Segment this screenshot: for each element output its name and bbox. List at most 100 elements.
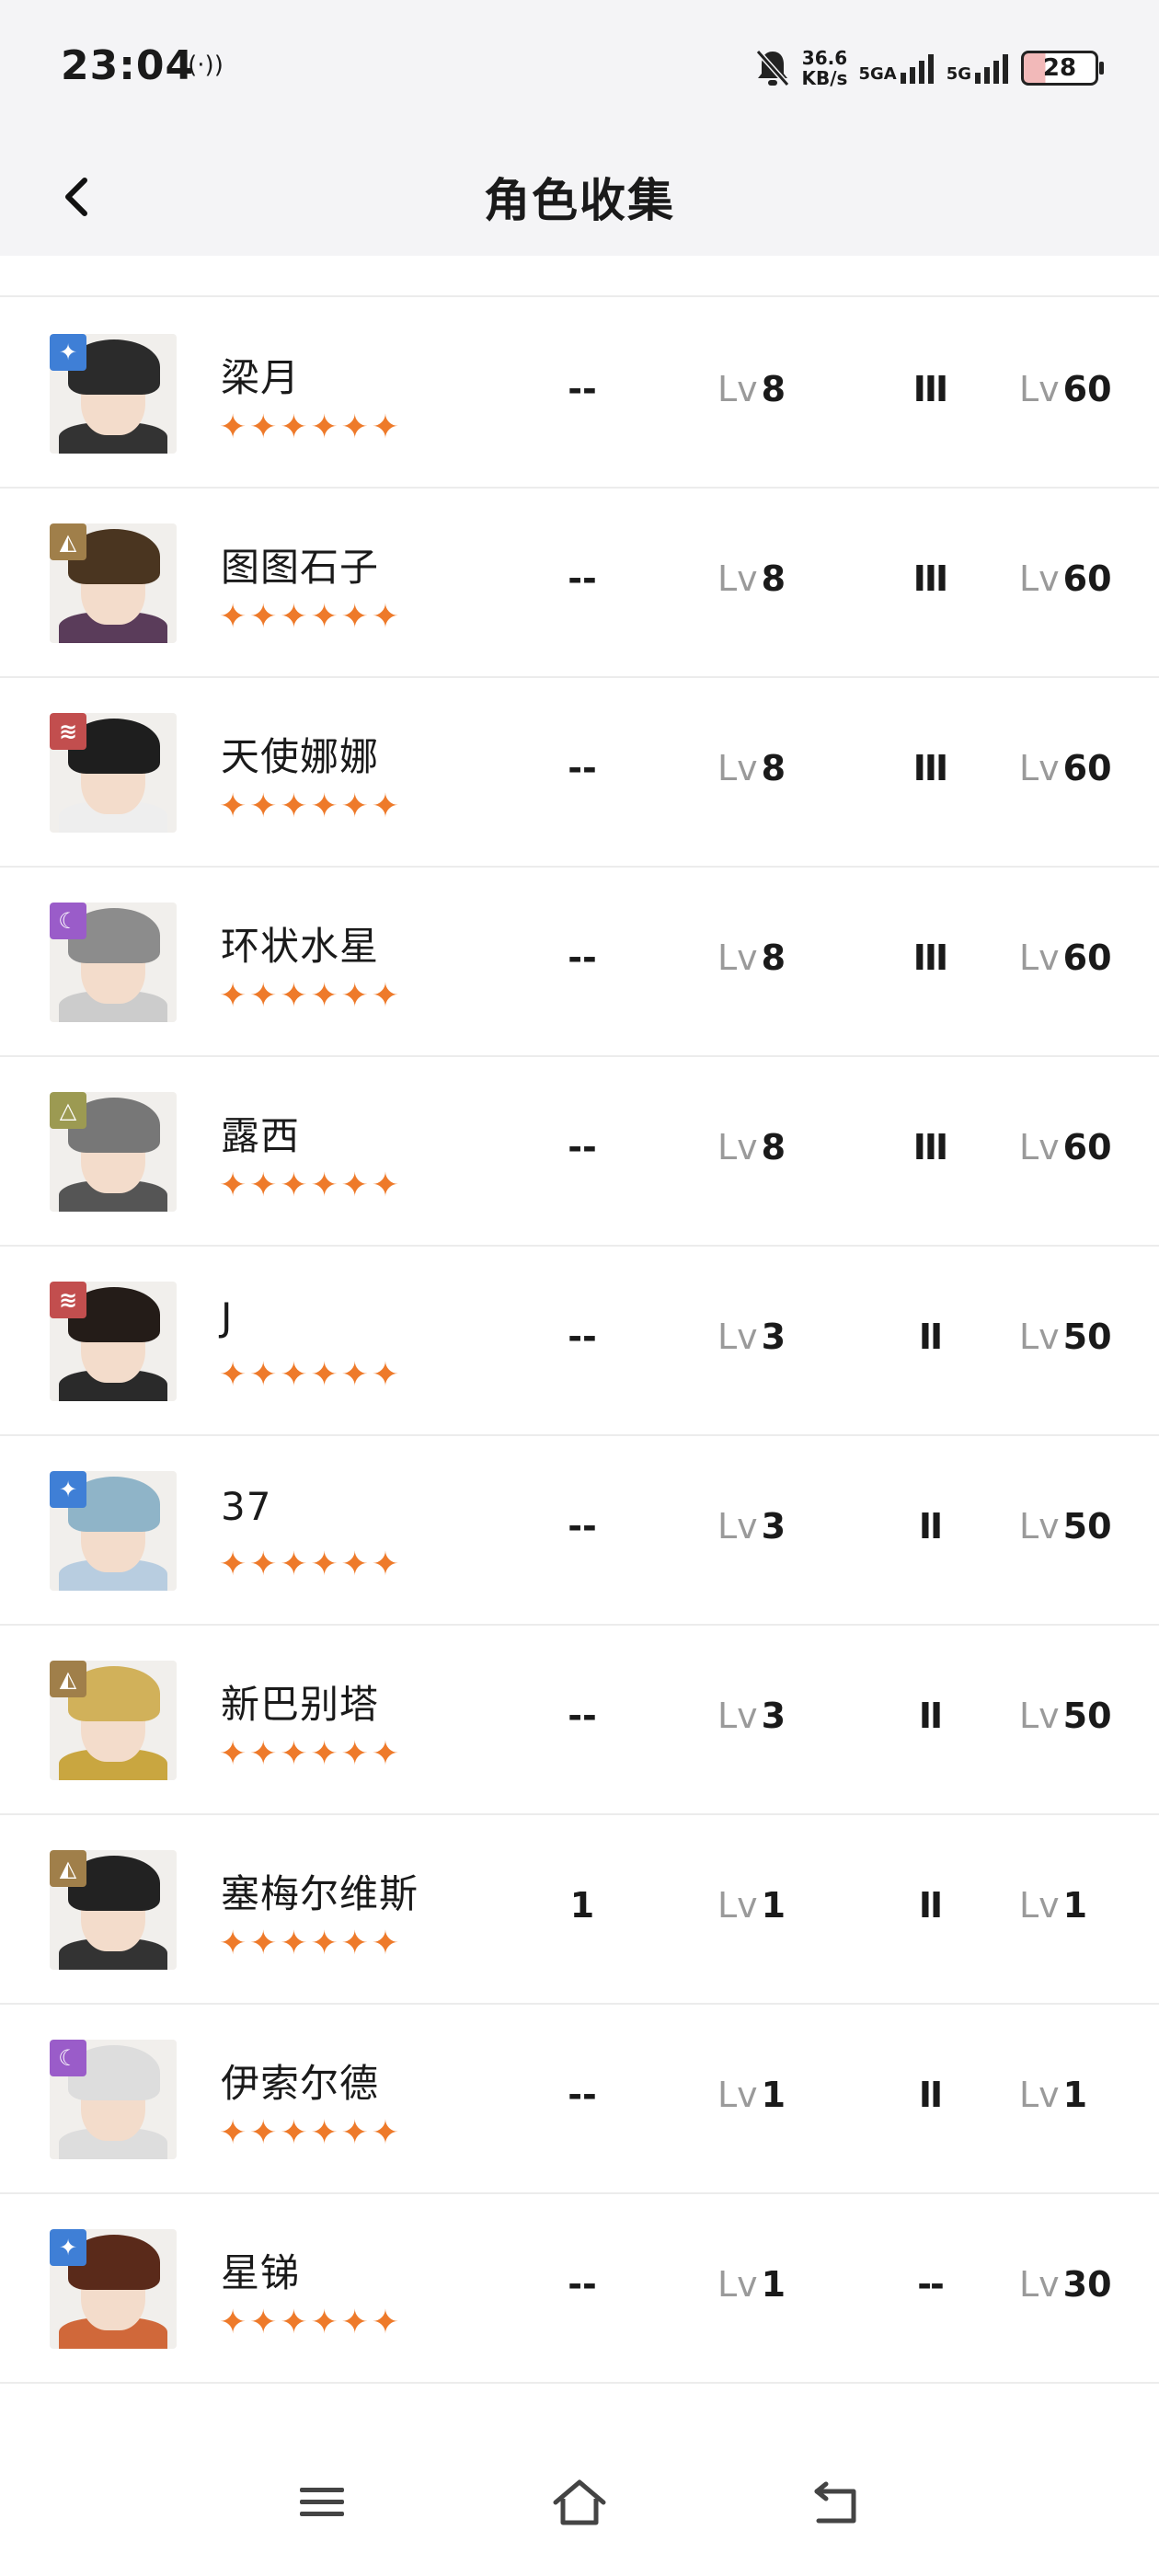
col-tier: II [918, 1317, 943, 1357]
lv-label: Lv [717, 1127, 758, 1167]
star-rating: ✦✦✦✦✦✦ [219, 598, 402, 636]
lv-label: Lv [717, 937, 758, 978]
col-tier: II [918, 1506, 943, 1547]
col-skill-level: Lv 3 [717, 1317, 828, 1357]
page-header: 角色收集 [0, 138, 1159, 256]
level-value: 50 [1062, 1317, 1112, 1357]
list-item[interactable]: ◭ 新巴别塔 ✦✦✦✦✦✦ -- Lv 3 II Lv 50 [0, 1626, 1159, 1815]
signal-5g: 5G [947, 52, 1010, 84]
character-name: 梁月 [221, 355, 301, 400]
level-value: 60 [1062, 748, 1112, 788]
col-character-level: Lv 1 [1019, 1885, 1130, 1926]
level-value: 3 [761, 1317, 786, 1357]
col-count: -- [568, 1317, 597, 1357]
signal-bars-icon [900, 54, 934, 84]
level-value: 8 [761, 558, 786, 599]
character-list[interactable]: ✦ 梁月 ✦✦✦✦✦✦ -- Lv 8 III Lv 60 ◭ 图图石子 ✦✦✦✦✦… [0, 256, 1159, 2438]
back-icon [814, 2481, 856, 2524]
character-name: 天使娜娜 [221, 734, 380, 779]
level-value: 60 [1062, 369, 1112, 409]
beast-icon: ◭ [50, 1850, 86, 1887]
col-tier: II [918, 1696, 943, 1736]
character-avatar: ◭ [50, 1661, 177, 1780]
col-skill-level: Lv 8 [717, 937, 828, 978]
star-rating: ✦✦✦✦✦✦ [219, 1735, 402, 1773]
lv-label: Lv [717, 1317, 758, 1357]
col-skill-level: Lv 8 [717, 558, 828, 599]
lv-label: Lv [1019, 2264, 1060, 2305]
col-character-level: Lv 60 [1019, 748, 1130, 788]
star-icon: ✦ [50, 1471, 86, 1508]
menu-button[interactable] [285, 2466, 359, 2539]
lv-label: Lv [1019, 1127, 1060, 1167]
lv-label: Lv [717, 1506, 758, 1547]
lv-label: Lv [1019, 937, 1060, 978]
col-skill-level: Lv 1 [717, 2075, 828, 2115]
character-avatar: ◭ [50, 523, 177, 643]
col-character-level: Lv 1 [1019, 2075, 1130, 2115]
hotspot-icon: ((·)) [178, 52, 224, 79]
character-avatar: ✦ [50, 334, 177, 454]
status-bar: 23:04 ((·)) 36.6 KB/s 5GA 5G 28 [0, 0, 1159, 138]
character-name: 新巴别塔 [221, 1682, 380, 1727]
list-item[interactable]: ◭ 塞梅尔维斯 ✦✦✦✦✦✦ 1 Lv 1 II Lv 1 [0, 1815, 1159, 2005]
lv-label: Lv [717, 558, 758, 599]
level-value: 8 [761, 369, 786, 409]
list-item[interactable]: △ 露西 ✦✦✦✦✦✦ -- Lv 8 III Lv 60 [0, 1057, 1159, 1247]
col-skill-level: Lv 1 [717, 1885, 828, 1926]
star-rating: ✦✦✦✦✦✦ [219, 1167, 402, 1204]
lv-label: Lv [717, 748, 758, 788]
page-title: 角色收集 [484, 174, 675, 227]
col-character-level: Lv 60 [1019, 937, 1130, 978]
lv-label: Lv [1019, 1885, 1060, 1926]
col-count: -- [568, 1506, 597, 1547]
col-count: -- [568, 558, 597, 599]
lv-label: Lv [1019, 748, 1060, 788]
lv-label: Lv [717, 2264, 758, 2305]
signal-bars-icon [975, 54, 1008, 84]
col-character-level: Lv 30 [1019, 2264, 1130, 2305]
lv-label: Lv [1019, 2075, 1060, 2115]
list-item[interactable]: ≋ 天使娜娜 ✦✦✦✦✦✦ -- Lv 8 III Lv 60 [0, 678, 1159, 868]
list-item[interactable]: ☾ 伊索尔德 ✦✦✦✦✦✦ -- Lv 1 II Lv 1 [0, 2005, 1159, 2194]
character-avatar: ☾ [50, 903, 177, 1022]
col-skill-level: Lv 8 [717, 748, 828, 788]
col-count: -- [568, 1127, 597, 1167]
star-rating: ✦✦✦✦✦✦ [219, 2114, 402, 2152]
col-skill-level: Lv 3 [717, 1506, 828, 1547]
col-tier: III [912, 748, 948, 788]
character-avatar: ≋ [50, 1282, 177, 1401]
menu-icon [300, 2488, 344, 2516]
col-count: -- [568, 937, 597, 978]
lv-label: Lv [717, 2075, 758, 2115]
character-avatar: ✦ [50, 1471, 177, 1591]
character-name: 37 [221, 1484, 272, 1529]
home-button[interactable] [543, 2466, 616, 2539]
level-value: 60 [1062, 1127, 1112, 1167]
star-icon: ✦ [50, 2229, 86, 2266]
home-icon [553, 2479, 606, 2525]
col-tier: III [912, 558, 948, 599]
list-item[interactable]: ✦ 梁月 ✦✦✦✦✦✦ -- Lv 8 III Lv 60 [0, 299, 1159, 489]
back-nav-button[interactable] [800, 2466, 874, 2539]
net-label-5g: 5G [946, 64, 971, 84]
level-value: 8 [761, 937, 786, 978]
character-name: 伊索尔德 [221, 2061, 380, 2106]
star-rating: ✦✦✦✦✦✦ [219, 1356, 402, 1394]
list-item[interactable]: ✦ 星锑 ✦✦✦✦✦✦ -- Lv 1 -- Lv 30 [0, 2194, 1159, 2384]
list-item[interactable]: ≋ J ✦✦✦✦✦✦ -- Lv 3 II Lv 50 [0, 1247, 1159, 1436]
list-item[interactable]: ✦ 37 ✦✦✦✦✦✦ -- Lv 3 II Lv 50 [0, 1436, 1159, 1626]
wind-icon: ≋ [50, 1282, 86, 1318]
level-value: 1 [1062, 1885, 1088, 1926]
list-item[interactable]: ◭ 图图石子 ✦✦✦✦✦✦ -- Lv 8 III Lv 60 [0, 489, 1159, 678]
col-tier: II [918, 2075, 943, 2115]
level-value: 50 [1062, 1696, 1112, 1736]
character-avatar: ◭ [50, 1850, 177, 1970]
col-tier: III [912, 1127, 948, 1167]
col-skill-level: Lv 3 [717, 1696, 828, 1736]
list-item[interactable]: ☾ 环状水星 ✦✦✦✦✦✦ -- Lv 8 III Lv 60 [0, 868, 1159, 1057]
level-value: 8 [761, 748, 786, 788]
level-value: 60 [1062, 558, 1112, 599]
col-tier: II [918, 1885, 943, 1926]
col-tier: -- [917, 2264, 945, 2305]
